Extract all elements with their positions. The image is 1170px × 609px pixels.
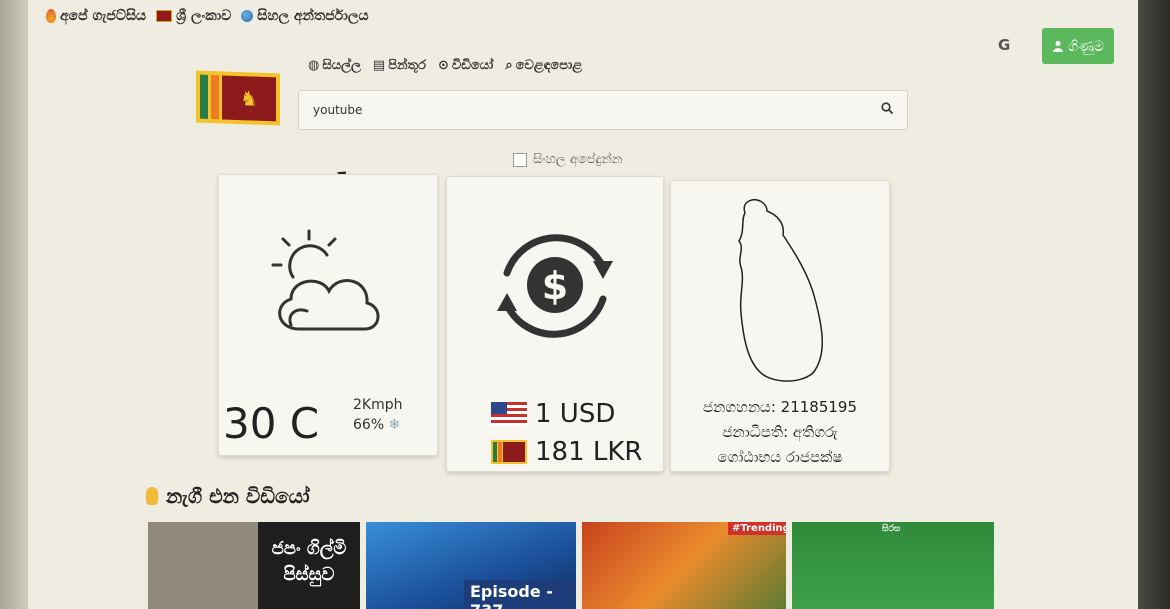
president-text: ජනාධිපති: අතිගරු [722,423,838,441]
topnav-item-srilanka[interactable]: ශ්‍රී ලංකාව [156,8,231,24]
topnav-label: සිහල අන්තර්ජාලය [257,8,369,24]
humidity-value: 66% ❄ [353,417,401,433]
snowflake-icon: ❄ [388,417,401,433]
video-thumbnail[interactable]: #Trending [582,522,786,609]
browser-viewport: අපේ ගැජට්සිය ශ්‍රී ලංකාව සිහල අන්තර්ජාලය… [28,0,1138,609]
tab-label: වෙළඳපොළ [515,58,583,73]
user-icon [1053,41,1064,52]
weather-card: 30 C 2Kmph 66% ❄ [218,174,438,456]
tab-market[interactable]: ⌕ වෙළඳපොළ [505,58,582,73]
search-icon: ⌕ [505,58,513,73]
partly-cloudy-icon [271,229,380,331]
wind-speed: 2Kmph [353,397,403,413]
checkbox-label: සිංහල අපේදුන්න [533,152,623,167]
search-icon[interactable] [881,102,893,114]
screen-bezel-right [1138,0,1170,609]
sri-lanka-flag-logo[interactable]: ♞ [196,70,280,126]
search-input[interactable] [311,91,855,129]
topnav-label: ශ්‍රී ලංකාව [176,8,232,24]
search-box [298,90,908,130]
lkr-value: 181 LKR [535,437,643,467]
sri-lanka-flag-icon [491,440,527,464]
video-thumbnail[interactable]: ජපං ගිල්මි පිස්සුව [148,522,360,609]
president-name: ගෝඨාභය රාජපක්ෂ [717,448,843,466]
video-thumbnail[interactable]: සිරස [792,522,994,609]
google-icon[interactable]: G [998,36,1010,54]
login-button[interactable]: ගිණුම [1042,28,1114,64]
top-navigation: අපේ ගැජට්සිය ශ්‍රී ලංකාව සිහල අන්තර්ජාලය [46,8,369,24]
sri-lanka-map-icon [738,199,823,382]
hand-icon [146,487,158,505]
tab-all[interactable]: ◍ සියල්ල [308,58,361,73]
sinhala-checkbox[interactable] [513,152,527,167]
tab-label: සියල්ල [322,58,361,73]
tab-label: පින්තූර [388,58,426,73]
sri-lanka-flag-icon [156,10,173,22]
temperature-value: 30 C [223,399,320,448]
country-card: ජනගහනය: 21185195 ජනාධිපති: අතිගරු ගෝඨාභය… [670,180,890,472]
play-icon: ⊙ [437,58,449,73]
usd-row: 1 USD [491,399,615,429]
us-flag-icon [491,402,527,426]
globe-icon [241,10,254,22]
usd-value: 1 USD [535,399,616,429]
video-thumbnails: ජපං ගිල්මි පිස්සුව Episode - 737 #Trendi… [148,522,994,609]
screen-bezel-left [0,0,28,609]
video-thumbnail[interactable]: Episode - 737 [366,522,576,609]
lkr-row: 181 LKR [491,437,643,467]
image-icon: ▤ [372,58,386,73]
population-text: ජනගහනය: 21185195 [703,398,857,416]
currency-card: $ 1 USD 181 LKR [446,176,664,472]
fire-icon [46,9,56,23]
tab-images[interactable]: ▤ පින්තූර [373,58,426,73]
country-info: ජනගහනය: 21185195 ජනාධිපති: අතිගරු ගෝඨාභය… [671,395,889,470]
svg-text:$: $ [542,264,568,308]
login-label: ගිණුම [1068,37,1104,54]
globe-icon: ◍ [308,58,320,73]
topnav-item-gossip[interactable]: අපේ ගැජට්සිය [46,8,146,24]
topnav-item-internet[interactable]: සිහල අන්තර්ජාලය [241,8,369,24]
currency-exchange-icon: $ [497,234,613,338]
tab-videos[interactable]: ⊙ විඩියෝ [438,58,493,73]
search-tabs: ◍ සියල්ල ▤ පින්තූර ⊙ විඩියෝ ⌕ වෙළඳපොළ [308,58,582,73]
trending-title: නැගී එන විඩියෝ [146,484,310,508]
sinhala-option: සිංහල අපේදුන්න [513,152,622,167]
tab-label: විඩියෝ [451,58,494,73]
topnav-label: අපේ ගැජට්සිය [60,8,147,24]
